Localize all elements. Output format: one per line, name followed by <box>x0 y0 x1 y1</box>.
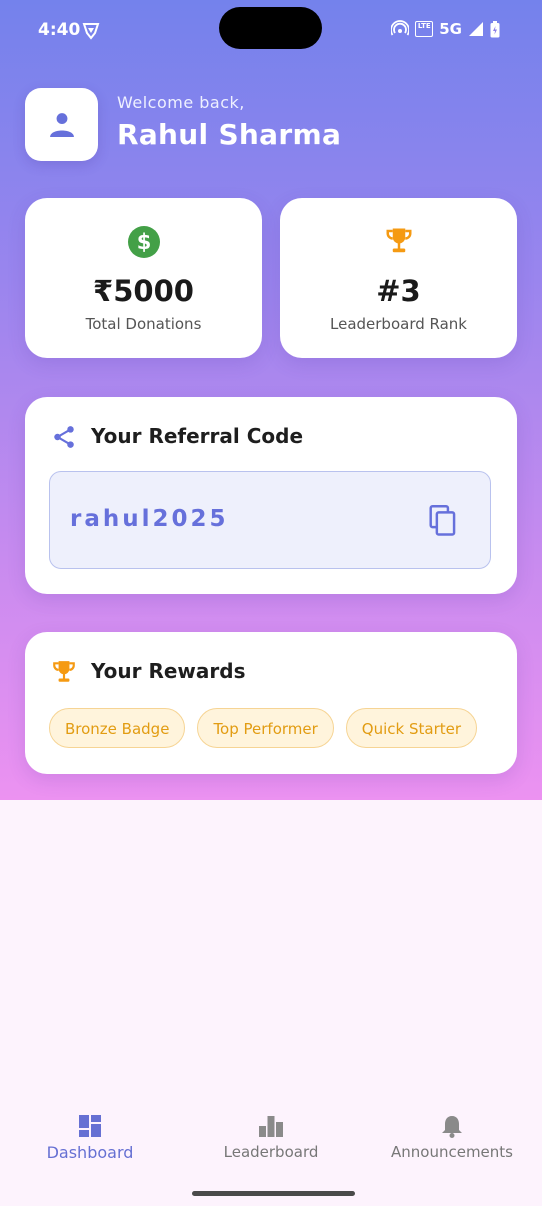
nav-announcements[interactable]: Announcements <box>372 1114 532 1161</box>
battery-icon <box>490 20 500 37</box>
trophy-icon <box>386 228 411 253</box>
camera-notch <box>219 7 322 49</box>
lte-badge: LTE <box>415 21 434 37</box>
status-time: 4:40 <box>38 20 81 40</box>
reward-badge[interactable]: Bronze Badge <box>49 708 186 748</box>
share-icon <box>54 426 74 448</box>
welcome-text: Welcome back, <box>117 93 245 112</box>
home-indicator[interactable] <box>192 1191 355 1196</box>
referral-card: Your Referral Code rahul2025 <box>25 397 517 594</box>
donations-value: ₹5000 <box>93 274 194 308</box>
dashboard-icon <box>79 1115 101 1137</box>
rank-label: Leaderboard Rank <box>330 315 467 333</box>
avatar[interactable] <box>25 88 98 161</box>
reward-badge[interactable]: Quick Starter <box>345 708 478 748</box>
nav-leaderboard[interactable]: Leaderboard <box>191 1114 351 1161</box>
copy-icon[interactable] <box>428 505 458 537</box>
referral-title: Your Referral Code <box>91 424 304 448</box>
nav-announcements-label: Announcements <box>391 1143 513 1161</box>
nav-dashboard[interactable]: Dashboard <box>10 1114 170 1162</box>
bar-chart-icon <box>259 1116 283 1137</box>
rewards-title: Your Rewards <box>91 659 246 683</box>
rank-value: #3 <box>376 274 421 308</box>
referral-code-box: rahul2025 <box>49 471 491 569</box>
bell-icon <box>442 1116 462 1138</box>
hotspot-icon <box>391 20 410 36</box>
vpn-shield-icon <box>82 23 100 40</box>
dollar-circle-icon: $ <box>127 226 160 258</box>
nav-dashboard-label: Dashboard <box>46 1143 134 1162</box>
trophy-icon <box>53 661 75 682</box>
nav-leaderboard-label: Leaderboard <box>223 1143 319 1161</box>
status-icons: LTE 5G <box>391 20 500 38</box>
network-label: 5G <box>439 20 462 38</box>
referral-code: rahul2025 <box>70 506 229 532</box>
reward-badge[interactable]: Top Performer <box>197 708 334 748</box>
user-name: Rahul Sharma <box>117 118 342 151</box>
person-icon <box>50 113 74 137</box>
signal-icon <box>469 22 483 36</box>
leaderboard-rank-card[interactable]: #3 Leaderboard Rank <box>280 198 517 358</box>
total-donations-card[interactable]: $ ₹5000 Total Donations <box>25 198 262 358</box>
reward-badges: Bronze Badge Top Performer Quick Starter <box>49 708 478 748</box>
donations-label: Total Donations <box>85 315 202 333</box>
rewards-card: Your Rewards Bronze Badge Top Performer … <box>25 632 517 774</box>
status-bar: 4:40 LTE 5G <box>0 0 542 62</box>
svg-text:$: $ <box>136 230 151 254</box>
